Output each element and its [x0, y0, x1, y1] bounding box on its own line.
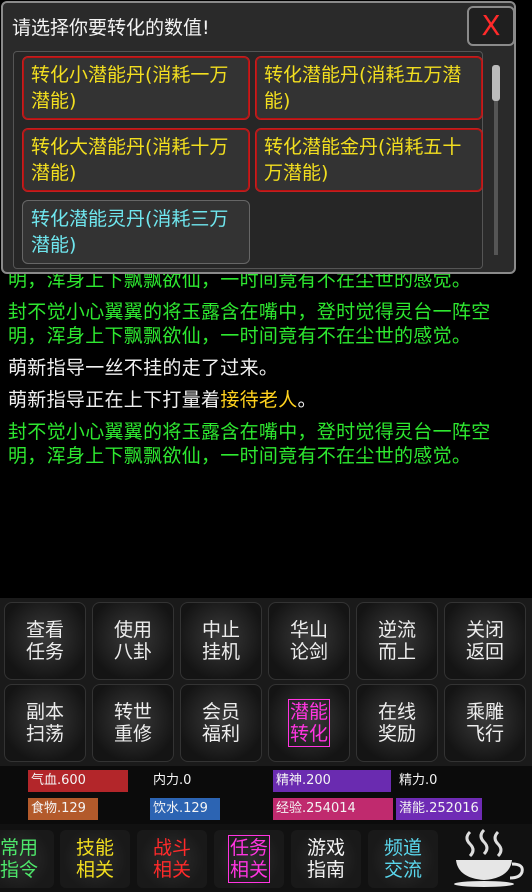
jingshen-value: 精神.200 — [276, 773, 331, 788]
nav-combat[interactable]: 战斗相关 — [137, 830, 207, 888]
button-label: 逆流而上 — [377, 619, 416, 663]
nav-label: 游戏指南 — [306, 837, 345, 881]
nav-common-commands[interactable]: 常用指令 — [0, 830, 54, 888]
dungeon-sweep-button[interactable]: 副本扫荡 — [4, 684, 86, 762]
button-label: 转世重修 — [113, 701, 152, 745]
teacup-icon[interactable] — [446, 826, 526, 888]
huashan-button[interactable]: 华山论剑 — [268, 602, 350, 680]
log-text: 。 — [297, 389, 317, 411]
log-line: 萌新指导正在上下打量着接待老人。 — [8, 388, 524, 412]
online-reward-button[interactable]: 在线奖励 — [356, 684, 438, 762]
option-gold-pill[interactable]: 转化潜能金丹(消耗五十万潜能) — [255, 128, 483, 192]
vip-benefit-button[interactable]: 会员福利 — [180, 684, 262, 762]
nav-channel[interactable]: 频道交流 — [368, 830, 438, 888]
button-label: 乘雕飞行 — [465, 701, 504, 745]
message-log[interactable]: 封不觉小心翼翼的将玉露含在嘴中，登时觉得灵台一阵空明，浑身上下飘飘欲仙，一时间竟… — [0, 270, 532, 596]
npc-link[interactable]: 接待老人 — [220, 389, 297, 411]
button-label: 在线奖励 — [377, 701, 416, 745]
qianneng-value: 潜能.252016 — [399, 801, 479, 816]
qixue-value: 气血.600 — [31, 773, 86, 788]
log-line: 封不觉小心翼翼的将玉露含在嘴中，登时觉得灵台一阵空明，浑身上下飘飘欲仙，一时间竟… — [8, 421, 491, 467]
scrollbar-thumb[interactable] — [492, 65, 500, 101]
nav-label: 任务相关 — [228, 835, 270, 883]
jingli-value: 精力.0 — [399, 773, 438, 788]
log-line: 封不觉小心翼翼的将玉露含在嘴中，登时觉得灵台一阵空明，浑身上下飘飘欲仙，一时间竟… — [8, 301, 491, 347]
eagle-flight-button[interactable]: 乘雕飞行 — [444, 684, 526, 762]
upstream-button[interactable]: 逆流而上 — [356, 602, 438, 680]
option-big-pill[interactable]: 转化大潜能丹(消耗十万潜能) — [22, 128, 250, 192]
convert-dialog: 请选择你要转化的数值! X 转化小潜能丹(消耗一万潜能) 转化潜能丹(消耗五万潜… — [1, 1, 516, 274]
nav-label: 技能相关 — [75, 837, 114, 881]
option-list: 转化小潜能丹(消耗一万潜能) 转化潜能丹(消耗五万潜能) 转化大潜能丹(消耗十万… — [13, 51, 483, 269]
button-label: 潜能转化 — [288, 699, 330, 747]
nav-label: 战斗相关 — [152, 837, 191, 881]
option-small-pill[interactable]: 转化小潜能丹(消耗一万潜能) — [22, 56, 250, 120]
button-label: 关闭返回 — [465, 619, 504, 663]
dialog-title: 请选择你要转化的数值! — [12, 17, 210, 39]
nav-label: 频道交流 — [383, 837, 422, 881]
button-label: 华山论剑 — [289, 619, 328, 663]
neili-value: 内力.0 — [153, 773, 192, 788]
close-return-button[interactable]: 关闭返回 — [444, 602, 526, 680]
button-label: 中止挂机 — [201, 619, 240, 663]
nav-skills[interactable]: 技能相关 — [60, 830, 130, 888]
use-bagua-button[interactable]: 使用八卦 — [92, 602, 174, 680]
stop-idle-button[interactable]: 中止挂机 — [180, 602, 262, 680]
button-label: 副本扫荡 — [25, 701, 64, 745]
log-line: 萌新指导一丝不挂的走了过来。 — [8, 357, 279, 379]
potential-convert-button[interactable]: 潜能转化 — [268, 684, 350, 762]
button-label: 使用八卦 — [113, 619, 152, 663]
close-button[interactable]: X — [467, 6, 515, 46]
yinshui-value: 饮水.129 — [153, 801, 208, 816]
log-text: 萌新指导正在上下打量着 — [8, 389, 221, 411]
shiwu-value: 食物.129 — [31, 801, 86, 816]
button-label: 查看任务 — [25, 619, 64, 663]
button-label: 会员福利 — [201, 701, 240, 745]
nav-tasks[interactable]: 任务相关 — [214, 830, 284, 888]
status-panel: 气血.600 内力.0 精神.200 精力.0 食物.129 饮水.129 经验… — [0, 766, 532, 824]
view-task-button[interactable]: 查看任务 — [4, 602, 86, 680]
option-spirit-pill[interactable]: 转化潜能灵丹(消耗三万潜能) — [22, 200, 250, 264]
action-grid: 查看任务 使用八卦 中止挂机 华山论剑 逆流而上 关闭返回 副本扫荡 转世重修 … — [0, 598, 532, 766]
nav-guide[interactable]: 游戏指南 — [291, 830, 361, 888]
jingyan-value: 经验.254014 — [276, 801, 356, 816]
nav-label: 常用指令 — [0, 837, 38, 881]
option-pill[interactable]: 转化潜能丹(消耗五万潜能) — [255, 56, 483, 120]
reincarnate-button[interactable]: 转世重修 — [92, 684, 174, 762]
